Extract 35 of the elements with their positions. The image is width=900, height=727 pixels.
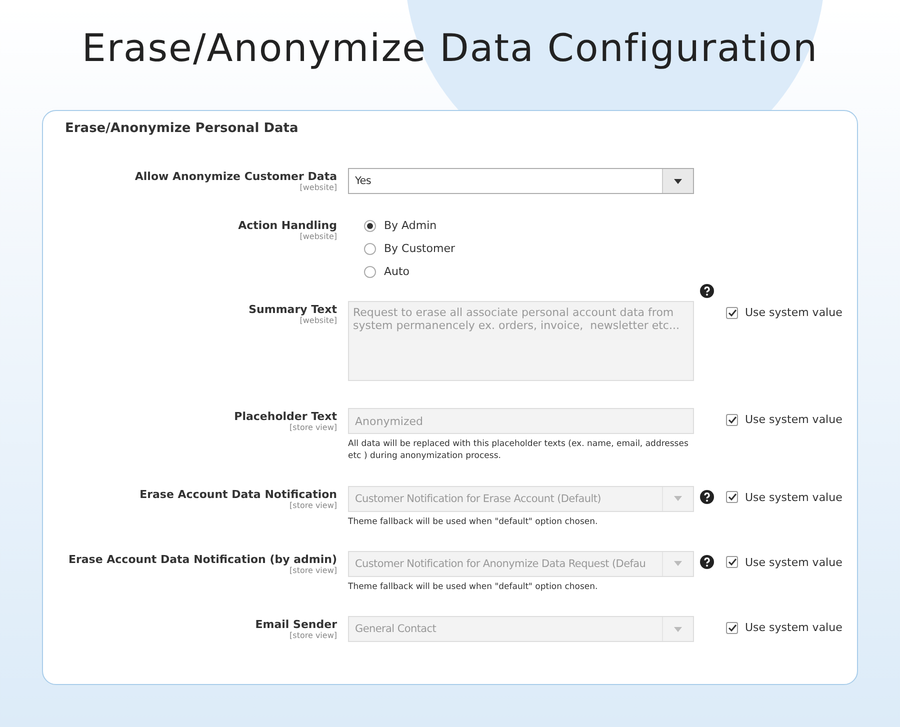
radio-button[interactable] [364,220,376,232]
select-field[interactable]: Yes [348,168,694,194]
radio-label[interactable]: By Customer [384,242,455,255]
caret-icon [674,496,682,502]
field-label: Erase Account Data Notification (by admin) [67,552,337,566]
section-title: Erase/Anonymize Personal Data [64,121,300,136]
scope-label: [website] [298,316,337,325]
caret-icon [674,626,682,632]
check-icon [728,493,736,502]
field-label: Allow Anonymize Customer Data [134,170,337,183]
scope-label: [store view] [288,566,337,575]
scope-label: [store view] [288,423,337,432]
scope-label: [website] [298,232,337,241]
radio-label[interactable]: By Admin [384,219,437,232]
field-label: Summary Text [248,303,337,316]
radio-button[interactable] [364,242,376,254]
field-label: Erase Account Data Notification [138,488,337,501]
scope-label: [store view] [288,631,337,640]
field-label: Action Handling [237,219,337,232]
scope-label: [website] [298,183,337,192]
check-icon [728,308,736,316]
field-note: Theme fallback will be used when "default" option chosen. [348,516,599,528]
scope-label: [store view] [288,500,337,510]
field-label: Placeholder Text [233,410,337,423]
help-icon[interactable] [700,284,714,298]
check-icon [728,558,736,566]
field-note: All data will be replaced with this placeholder texts (ex. name, email, addresses etc ) during anonymization process. [348,438,690,463]
field-note: Theme fallback will be used when "default" option chosen. [348,580,599,594]
radio-label[interactable]: Auto [384,265,410,278]
page-title: Erase/Anonymize Data Configuration [80,26,820,70]
field-label: Email Sender [254,618,337,632]
caret-icon [674,561,682,566]
check-icon [728,416,736,424]
radio-button[interactable] [364,266,376,278]
check-icon [728,624,736,632]
